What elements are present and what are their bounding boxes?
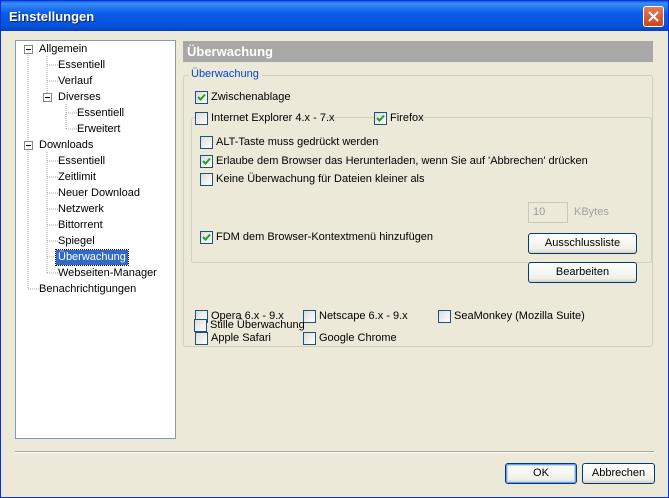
window-title: Einstellungen [9,9,95,24]
checkbox-box[interactable] [195,112,208,125]
checkbox-label: SeaMonkey (Mozilla Suite) [454,310,585,322]
collapse-allgemein-icon[interactable] [24,45,33,54]
ok-button[interactable]: OK [505,463,577,484]
group-label: Überwachung [188,68,262,80]
monitoring-group: Überwachung Zwischenablage ALT-Taste mus… [183,68,653,347]
checkbox-box[interactable] [200,136,213,149]
checkbox-label: Firefox [390,112,424,124]
checkbox-box[interactable] [200,173,213,186]
min-file-size-input[interactable]: 10 [528,202,568,223]
size-unit-label: KBytes [574,206,609,218]
checkbox-label: Google Chrome [319,332,397,344]
checkmark-icon [202,157,211,165]
checkmark-icon [197,93,206,101]
settings-dialog: Einstellungen Allgemein Essentiell Verla… [0,0,669,498]
tree-item-webseiten-manager[interactable]: Webseiten-Manager [56,266,159,281]
firefox-checkbox[interactable]: Firefox [374,112,424,125]
tree-item-verlauf[interactable]: Verlauf [56,74,94,89]
exclusion-list-button[interactable]: Ausschlussliste [528,233,637,254]
close-button[interactable] [643,6,664,27]
checkmark-icon [202,233,211,241]
checkmark-icon [376,114,385,122]
checkbox-box[interactable] [303,332,316,345]
checkbox-label: ALT-Taste muss gedrückt werden [216,136,379,148]
tree-item-diverses[interactable]: Diverses [56,90,103,105]
checkbox-label: Netscape 6.x - 9.x [319,310,408,322]
settings-tree[interactable]: Allgemein Essentiell Verlauf Diverses Es… [15,40,176,439]
tree-item-spiegel[interactable]: Spiegel [56,234,97,249]
checkbox-box[interactable] [195,332,208,345]
checkbox-label: Erlaube dem Browser das Herunterladen, w… [216,155,588,167]
tree-item-zeitlimit[interactable]: Zeitlimit [56,170,98,185]
checkbox-label: FDM dem Browser-Kontextmenü hinzufügen [216,231,434,243]
collapse-downloads-icon[interactable] [24,141,33,150]
checkbox-label: Stille Überwachung [210,319,305,331]
checkbox-box[interactable] [374,112,387,125]
tree-item-neuer-download[interactable]: Neuer Download [56,186,142,201]
cancel-button[interactable]: Abbrechen [582,463,655,484]
close-icon [648,11,659,22]
monitoring-panel: Überwachung Überwachung Zwischenablage A… [183,41,653,348]
panel-title: Überwachung [183,41,653,62]
tree-item-ueberwachung[interactable]: Überwachung [55,249,129,266]
internet-explorer-checkbox[interactable]: Internet Explorer 4.x - 7.x [195,112,335,125]
tree-item-downloads[interactable]: Downloads [37,138,95,153]
checkbox-label: Internet Explorer 4.x - 7.x [211,112,335,124]
tree-item-benachrichtigungen[interactable]: Benachrichtigungen [37,282,138,297]
checkbox-label: Apple Safari [211,332,271,344]
tree-item-downloads-essentiell[interactable]: Essentiell [56,154,107,169]
collapse-diverses-icon[interactable] [43,93,52,102]
tree-item-diverses-essentiell[interactable]: Essentiell [75,106,126,121]
edit-button[interactable]: Bearbeiten [528,262,637,283]
title-bar: Einstellungen [1,1,668,31]
checkbox-box[interactable] [200,155,213,168]
checkbox-box[interactable] [303,310,316,323]
tree-item-netzwerk[interactable]: Netzwerk [56,202,106,217]
checkbox-box[interactable] [194,319,207,332]
footer-separator [15,451,654,453]
checkbox-box[interactable] [195,91,208,104]
checkbox-box[interactable] [200,231,213,244]
tree-item-allgemein-essentiell[interactable]: Essentiell [56,58,107,73]
tree-item-bittorrent[interactable]: Bittorrent [56,218,105,233]
checkbox-box[interactable] [438,310,451,323]
tree-item-allgemein[interactable]: Allgemein [37,42,89,57]
checkbox-label: Keine Überwachung für Dateien kleiner al… [216,173,425,185]
tree-item-erweitert[interactable]: Erweitert [75,122,122,137]
checkbox-label: Zwischenablage [211,91,291,103]
